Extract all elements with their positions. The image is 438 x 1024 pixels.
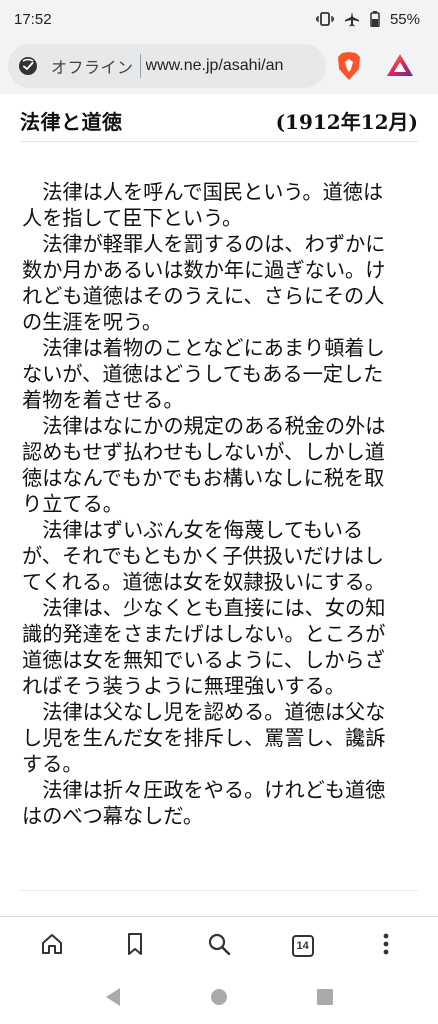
tabs-button[interactable]: 14 [281,924,325,968]
search-button[interactable] [197,924,241,968]
paragraph: 法律はなにかの規定のある税金の外は認めもせず払わせもしないが、しかし道徳はなんで… [22,414,386,516]
home-circle-icon [210,988,228,1010]
article-date: (1912年12月) [275,110,418,134]
status-icons: 55% [315,10,420,28]
paragraph: 法律は折々圧政をやる。けれども道徳はのべつ幕なしだ。 [22,778,386,828]
paragraph: 法律は、少なくとも直接には、女の知識的発達をさまたげはしない。ところが道徳は女を… [22,596,386,698]
url-divider [139,54,141,78]
bookmark-icon [125,932,145,960]
browser-toolbar: オフライン www.ne.jp/asahi/an [0,38,438,94]
status-time: 17:52 [14,10,52,28]
menu-icon [382,933,390,959]
home-icon [40,932,64,960]
status-bar: 17:52 55% [0,0,438,38]
brave-shields-icon[interactable] [336,51,362,85]
bookmark-button[interactable] [113,924,157,968]
offline-icon[interactable] [18,56,38,76]
battery-level: 55% [389,10,420,28]
paragraph: 法律はずいぶん女を侮蔑してもいるが、それでもともかく子供扱いだけはしてくれる。道… [22,518,385,594]
brave-rewards-icon[interactable] [386,52,414,82]
url-text[interactable]: www.ne.jp/asahi/an [146,57,316,75]
article-header: 法律と道徳 (1912年12月) [20,100,418,142]
article-divider [20,890,418,891]
article-body: 法律は人を呼んで国民という。道徳は人を指して臣下という。 法律が軽罪人を罰するの… [22,179,402,829]
tabs-icon: 14 [291,934,314,957]
article-title: 法律と道徳 [20,110,123,134]
home-button[interactable] [30,924,74,968]
bottom-toolbar: 14 [0,916,438,974]
paragraph: 法律は着物のことなどにあまり頓着しないが、道徳はどうしてもある一定した着物を着さ… [22,336,385,412]
airplane-icon [344,11,360,27]
back-button[interactable] [93,979,133,1019]
paragraph: 法律は父なし児を認める。道徳は父なし児を生んだ女を排斥し、罵詈し、讒訴する。 [22,700,386,776]
offline-label: オフライン [51,58,134,77]
paragraph: 法律は人を呼んで国民という。道徳は人を指して臣下という。 [22,180,384,230]
system-nav-bar [0,974,438,1024]
battery-icon [370,11,380,27]
recents-icon [316,988,334,1010]
search-icon [207,932,231,960]
system-home-button[interactable] [199,979,239,1019]
tab-count: 14 [296,939,309,952]
vibrate-icon [315,12,334,26]
back-icon [104,987,122,1011]
menu-button[interactable] [364,924,408,968]
recents-button[interactable] [305,979,345,1019]
address-bar[interactable]: オフライン www.ne.jp/asahi/an [8,44,326,88]
paragraph: 法律が軽罪人を罰するのは、わずかに数か月かあるいは数か年に過ぎない。けれども道徳… [22,232,386,334]
